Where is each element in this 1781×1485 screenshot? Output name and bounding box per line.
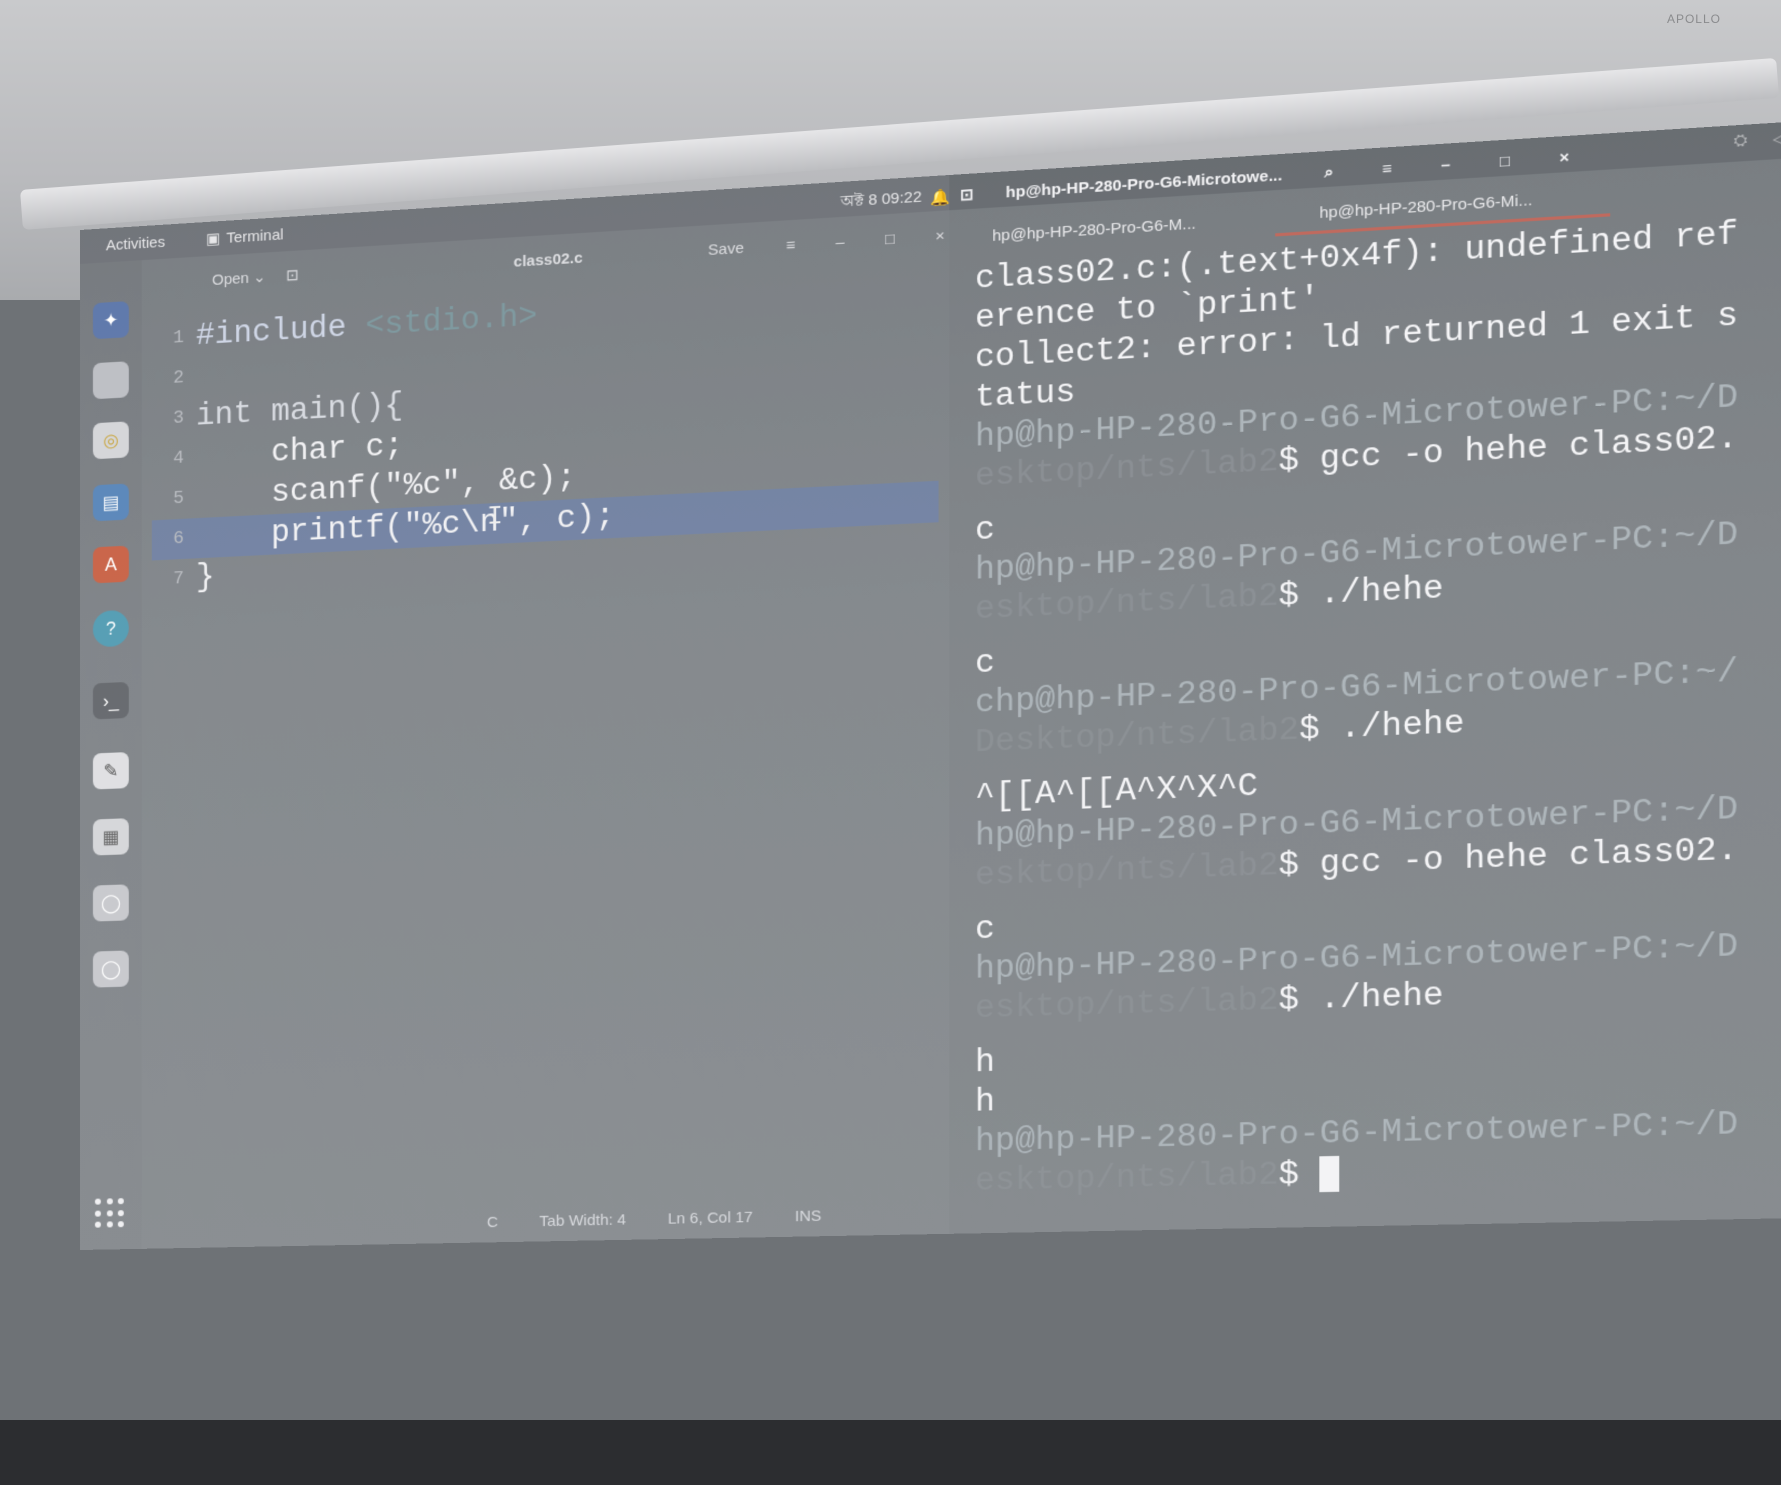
- save-button[interactable]: Save: [708, 239, 744, 259]
- code-view[interactable]: 1 #include <stdio.h> 2 3 int main(){4 char c…: [151, 273, 939, 600]
- menu-icon[interactable]: ≡: [1382, 159, 1392, 178]
- clock-label: অক্ট 8 09:22: [840, 188, 922, 211]
- line-number: 7: [173, 568, 184, 590]
- terminal-icon: ▣: [206, 230, 221, 249]
- terminal-output[interactable]: class02.c:(.text+0x4f): undefined ref ere…: [975, 209, 1781, 1217]
- prompt-command: $: [1278, 1156, 1320, 1195]
- open-button-label: Open: [212, 269, 250, 289]
- bell-icon: 🔔: [930, 187, 951, 207]
- prompt-command: $ ./hehe: [1278, 977, 1444, 1020]
- new-tab-icon[interactable]: ⊡: [286, 266, 299, 285]
- new-tab-icon[interactable]: ⊡: [960, 185, 973, 205]
- activities-button[interactable]: Activities: [106, 232, 176, 254]
- projector-brand: APOLLO: [1666, 12, 1721, 26]
- show-apps-icon[interactable]: [92, 1195, 128, 1232]
- close-icon[interactable]: ×: [935, 227, 944, 245]
- cursor-position[interactable]: Ln 6, Col 17: [668, 1208, 753, 1227]
- menu-icon[interactable]: ≡: [786, 236, 795, 254]
- language-selector[interactable]: C: [487, 1213, 498, 1231]
- drive-icon[interactable]: ◯: [92, 884, 129, 922]
- app-menu[interactable]: ▣ Terminal: [206, 225, 284, 248]
- prompt-path: esktop/nts/lab2: [975, 1157, 1279, 1201]
- software-center-icon[interactable]: A: [92, 545, 129, 584]
- terminal-window: ⊡ hp@hp-HP-280-Pro-G6-Microtowe... ⌕ ≡ –…: [949, 115, 1781, 1234]
- chevron-down-icon: ⌄: [253, 268, 266, 287]
- line-number: 4: [173, 448, 184, 470]
- terminal-cursor: [1319, 1155, 1340, 1192]
- open-button[interactable]: Open ⌄: [212, 268, 266, 289]
- help-icon[interactable]: ?: [92, 609, 129, 648]
- prompt-path: esktop/nts/lab2: [975, 982, 1279, 1028]
- music-icon[interactable]: ◎: [92, 421, 129, 460]
- ibeam-cursor-icon: I: [486, 500, 504, 532]
- minimize-icon[interactable]: –: [836, 233, 845, 251]
- projected-desktop: Activities ▣ Terminal অক্ট 8 09:22 🔔 ⛭ ◁…: [80, 115, 1781, 1250]
- screenshot-icon[interactable]: ▦: [92, 818, 129, 856]
- code-token: }: [195, 559, 215, 596]
- line-number: 2: [173, 368, 184, 389]
- editor-title: class02.c: [513, 248, 583, 271]
- files-icon[interactable]: [92, 361, 129, 400]
- screen-bottom-edge: [0, 1420, 1781, 1485]
- app-menu-label: Terminal: [226, 225, 284, 247]
- maximize-icon[interactable]: □: [885, 230, 895, 248]
- disc-icon[interactable]: ◯: [92, 950, 129, 988]
- dock: ✦ ◎ ▤ A ? ›_ ✎ ▦ ◯ ◯: [80, 260, 142, 1250]
- prompt-command: $ ./hehe: [1278, 570, 1444, 616]
- prompt-path: esktop/nts/lab2: [975, 847, 1279, 895]
- editor-window-controls: ≡ – □ ×: [786, 227, 944, 254]
- line-number: 1: [173, 327, 184, 349]
- tab-width-selector[interactable]: Tab Width: 4: [539, 1211, 626, 1230]
- text-editor-window: Open ⌄ ⊡ class02.c Save ≡ – □ × 1 #includ…: [141, 210, 950, 1249]
- line-number: 3: [173, 408, 184, 429]
- close-icon[interactable]: ×: [1559, 148, 1569, 167]
- document-icon[interactable]: ▤: [92, 483, 129, 522]
- editor-statusbar: C Tab Width: 4 Ln 6, Col 17 INS: [142, 1192, 949, 1249]
- text-editor-icon[interactable]: ✎: [92, 752, 129, 790]
- line-number: 6: [173, 528, 184, 550]
- search-icon[interactable]: ⌕: [1324, 163, 1333, 182]
- line-number: 5: [173, 488, 184, 510]
- app-icon-browser[interactable]: ✦: [92, 301, 129, 340]
- minimize-icon[interactable]: –: [1441, 155, 1450, 174]
- maximize-icon[interactable]: □: [1500, 152, 1510, 171]
- insert-mode: INS: [794, 1206, 822, 1225]
- terminal-window-controls: ⌕ ≡ – □ ×: [1324, 148, 1569, 181]
- terminal-title: hp@hp-HP-280-Pro-G6-Microtowe...: [1005, 166, 1283, 202]
- prompt-command: $ ./hehe: [1299, 705, 1465, 750]
- terminal-dock-icon[interactable]: ›_: [92, 681, 129, 720]
